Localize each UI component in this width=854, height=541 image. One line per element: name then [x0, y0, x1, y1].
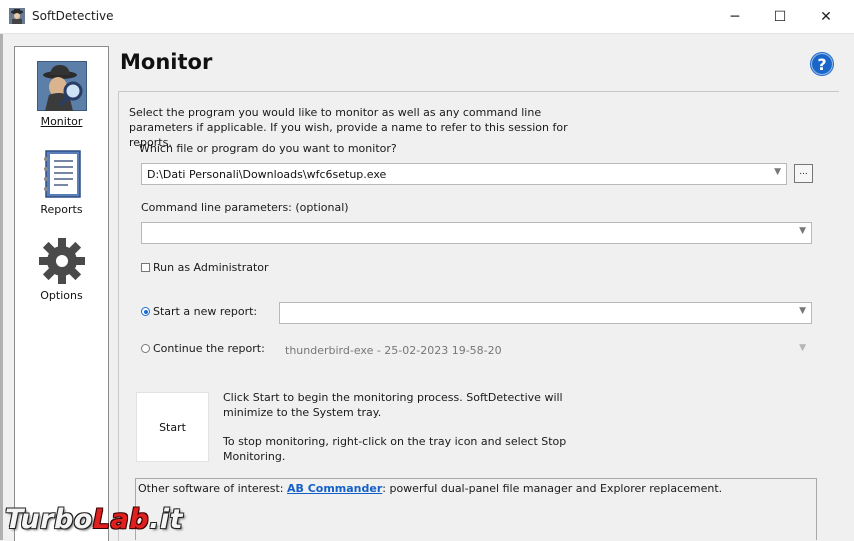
params-label: Command line parameters: (optional)	[141, 201, 349, 214]
title-bar: SoftDetective ─ ☐ ✕	[0, 0, 854, 34]
start-info-text: Click Start to begin the monitoring proc…	[223, 391, 563, 419]
stop-info-text: To stop monitoring, right-click on the t…	[223, 435, 567, 463]
continue-report-label[interactable]: Continue the report:	[153, 342, 265, 355]
program-path-value: D:\Dati Personali\Downloads\wfc6setup.ex…	[147, 168, 387, 181]
new-report-name-combo[interactable]: ▼	[279, 302, 812, 324]
notebook-icon	[43, 150, 81, 198]
sidebar-item-label: Monitor	[40, 115, 83, 128]
continue-report-radio[interactable]	[141, 344, 150, 353]
sidebar-item-label: Reports	[40, 203, 83, 216]
sidebar: Monitor Reports Options	[14, 46, 109, 541]
watermark-part: Turbo	[5, 504, 93, 535]
question-circle-icon[interactable]: ?	[809, 51, 835, 77]
watermark-logo: TurboLab.it	[5, 504, 183, 535]
svg-text:?: ?	[817, 55, 826, 74]
close-button[interactable]: ✕	[803, 0, 849, 33]
run-as-admin-label[interactable]: Run as Administrator	[153, 261, 269, 274]
ab-commander-link[interactable]: AB Commander	[287, 482, 382, 495]
footer-suffix: : powerful dual-panel file manager and E…	[382, 482, 723, 495]
sidebar-item-monitor[interactable]: Monitor	[15, 61, 108, 128]
chevron-down-icon: ▼	[799, 306, 806, 316]
chevron-down-icon: ▼	[799, 343, 806, 353]
chevron-down-icon: ▼	[774, 167, 781, 177]
minimize-button[interactable]: ─	[712, 0, 758, 33]
maximize-button[interactable]: ☐	[757, 0, 803, 33]
params-combo[interactable]: ▼	[141, 222, 812, 244]
sidebar-item-options[interactable]: Options	[15, 237, 108, 302]
program-path-combo[interactable]: D:\Dati Personali\Downloads\wfc6setup.ex…	[141, 163, 787, 185]
footer-prefix: Other software of interest:	[138, 482, 287, 495]
run-as-admin-checkbox[interactable]	[141, 263, 150, 272]
continue-report-combo: thunderbird-exe - 25-02-2023 19-58-20 ▼	[279, 339, 812, 361]
program-label: Which file or program do you want to mon…	[139, 142, 397, 155]
detective-magnifier-icon	[36, 61, 87, 111]
sidebar-item-label: Options	[40, 289, 83, 302]
gear-icon	[38, 238, 85, 284]
footer-panel: Other software of interest: AB Commander…	[135, 478, 817, 540]
sidebar-item-reports[interactable]: Reports	[15, 149, 108, 216]
chevron-down-icon: ▼	[799, 226, 806, 236]
window-edge-shadow	[0, 33, 3, 540]
continue-report-value: thunderbird-exe - 25-02-2023 19-58-20	[285, 344, 502, 357]
watermark-part: Lab	[92, 504, 150, 535]
page-title: Monitor	[120, 50, 213, 74]
footer-text: Other software of interest: AB Commander…	[138, 482, 722, 495]
new-report-radio[interactable]	[141, 307, 150, 316]
spy-detective-icon	[9, 8, 25, 24]
browse-button[interactable]: ...	[794, 164, 813, 183]
watermark-part: .it	[149, 504, 184, 535]
start-button[interactable]: Start	[136, 392, 209, 462]
window-title: SoftDetective	[32, 9, 114, 23]
new-report-label[interactable]: Start a new report:	[153, 305, 257, 318]
